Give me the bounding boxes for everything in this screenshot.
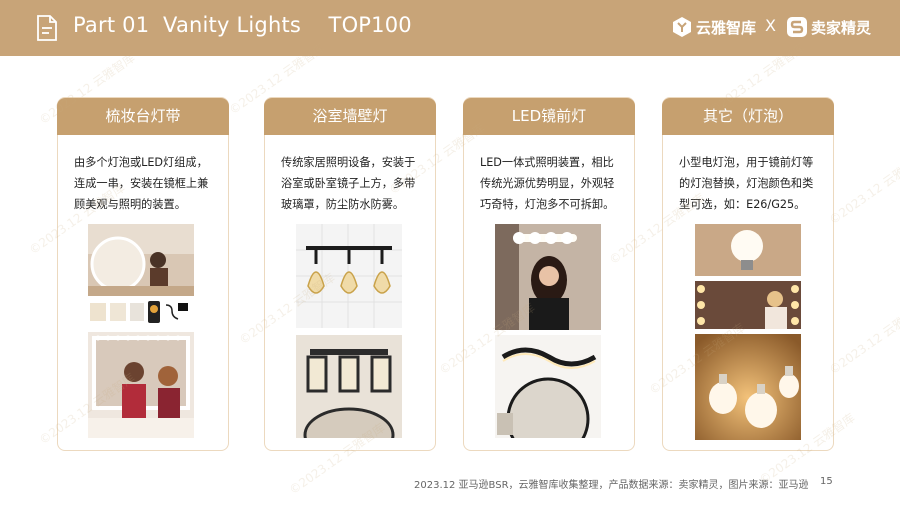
vanity-bulbs-woman-photo <box>695 281 801 329</box>
card-title: 梳妆台灯带 <box>57 98 229 135</box>
brand2-label: 卖家精灵 <box>811 18 872 37</box>
vanity-mirror-photo <box>88 224 194 296</box>
card-vanity-strip: 梳妆台灯带 由多个灯泡或LED灯组成，连成一串，安装在镜框上兼顾美观与照明的装置… <box>57 97 229 451</box>
card-bulbs: 其它（灯泡） 小型电灯泡，用于镜前灯等的灯泡替换，灯泡颜色和类型可选，如：E26… <box>662 97 834 451</box>
strip-kit-photo <box>88 299 194 325</box>
page-number: 15 <box>820 476 833 487</box>
brand-separator: X <box>765 16 776 35</box>
source-footnote: 2023.12 亚马逊BSR，云雅智库收集整理，产品数据来源：卖家精灵，图片来源… <box>414 480 809 491</box>
cage-wall-light-photo <box>296 335 402 438</box>
card-title: LED镜前灯 <box>463 98 635 135</box>
wave-led-light-photo <box>495 335 601 438</box>
watermark-text: ©2023.12 云雅智库 <box>826 150 900 228</box>
card-title: 浴室墙壁灯 <box>264 98 436 135</box>
card-bathroom-wall-light: 浴室墙壁灯 传统家居照明设备，安装于浴室或卧室镜子上方，多带玻璃罩，防尘防水防雾… <box>264 97 436 451</box>
card-led-mirror-light: LED镜前灯 LED一体式照明装置，相比传统光源优势明显，外观轻巧奇特，灯泡多不… <box>463 97 635 451</box>
brand-yunya: 云雅智库 <box>671 16 756 38</box>
brand1-label: 云雅智库 <box>696 18 757 37</box>
document-icon <box>37 15 57 41</box>
page-title: Part 01 Vanity Lights TOP100 <box>73 13 412 37</box>
yunya-logo-icon <box>673 17 691 37</box>
header-bar: Part 01 Vanity Lights TOP100 云雅智库 X 卖家精灵 <box>0 0 900 56</box>
globe-bulb-photo <box>695 224 801 276</box>
card-description: LED一体式照明装置，相比传统光源优势明显，外观轻巧奇特，灯泡多不可拆卸。 <box>480 156 615 211</box>
maijia-logo-icon <box>787 17 807 37</box>
gold-wall-light-photo <box>296 224 402 328</box>
card-title: 其它（灯泡） <box>662 98 834 135</box>
brand-maijia: 卖家精灵 <box>786 16 871 38</box>
watermark-text: ©2023.12 云雅智库 <box>826 300 900 378</box>
